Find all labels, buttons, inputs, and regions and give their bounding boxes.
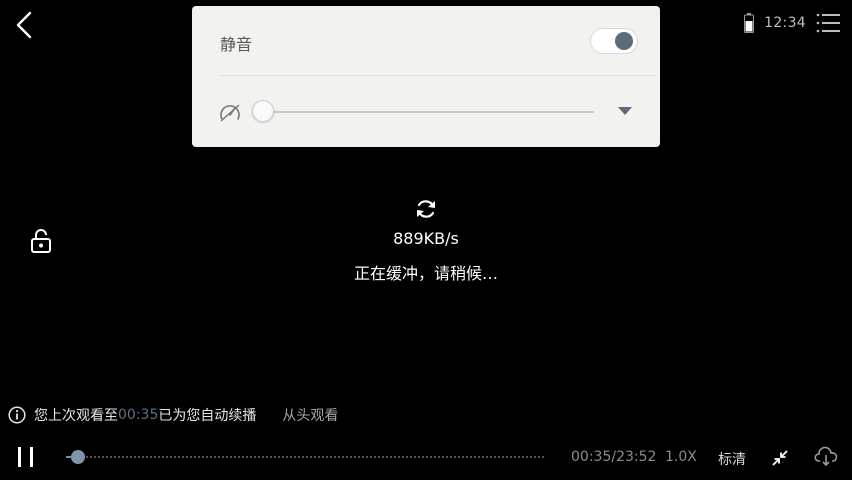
refresh-icon bbox=[417, 200, 435, 218]
lock-button[interactable] bbox=[30, 228, 52, 254]
menu-icon bbox=[816, 13, 840, 33]
mute-row: 静音 bbox=[192, 6, 660, 76]
back-icon bbox=[16, 11, 32, 39]
battery-icon bbox=[744, 13, 755, 33]
volume-slider-track[interactable] bbox=[258, 111, 594, 113]
download-button[interactable] bbox=[814, 445, 838, 467]
back-button[interactable] bbox=[12, 10, 38, 40]
info-icon bbox=[8, 406, 26, 424]
divider bbox=[218, 75, 656, 76]
download-speed: 889KB/s bbox=[393, 229, 459, 248]
clock: 12:34 bbox=[764, 15, 806, 31]
buffering-message: 正在缓冲，请稍候… bbox=[353, 264, 498, 283]
progress-knob[interactable] bbox=[70, 450, 85, 464]
resume-suffix: 已为您自动续播 bbox=[158, 408, 257, 424]
chevron-down-icon[interactable] bbox=[617, 106, 633, 116]
quality-button[interactable]: 标清 bbox=[718, 449, 746, 469]
cloud-download-icon bbox=[814, 446, 838, 467]
volume-slider-knob[interactable] bbox=[252, 100, 274, 122]
mute-label: 静音 bbox=[220, 35, 253, 54]
toggle-knob bbox=[615, 32, 633, 50]
progress-bar[interactable] bbox=[66, 456, 544, 458]
time-display: 00:35/23:52 bbox=[571, 449, 657, 465]
restart-button[interactable]: 从头观看 bbox=[282, 405, 338, 425]
speedometer-icon bbox=[220, 104, 240, 122]
resume-prefix: 您上次观看至 bbox=[34, 408, 118, 424]
shrink-icon bbox=[772, 450, 788, 466]
resume-notice: 您上次观看至 00:35 已为您自动续播 从头观看 bbox=[8, 405, 338, 425]
pause-button[interactable] bbox=[16, 446, 36, 468]
mute-toggle[interactable] bbox=[590, 28, 638, 54]
lock-icon bbox=[31, 229, 51, 253]
pause-icon bbox=[18, 447, 33, 467]
resume-time: 00:35 bbox=[118, 407, 159, 423]
video-player: 12:34 静音 889KB/s 正在缓冲，请稍候… 您上次观看至 00:35 … bbox=[0, 0, 852, 480]
menu-button[interactable] bbox=[816, 12, 840, 34]
exit-fullscreen-button[interactable] bbox=[771, 449, 789, 467]
status-area: 12:34 bbox=[744, 12, 840, 34]
playback-rate-button[interactable]: 1.0X bbox=[665, 449, 697, 465]
volume-panel: 静音 bbox=[192, 6, 660, 147]
